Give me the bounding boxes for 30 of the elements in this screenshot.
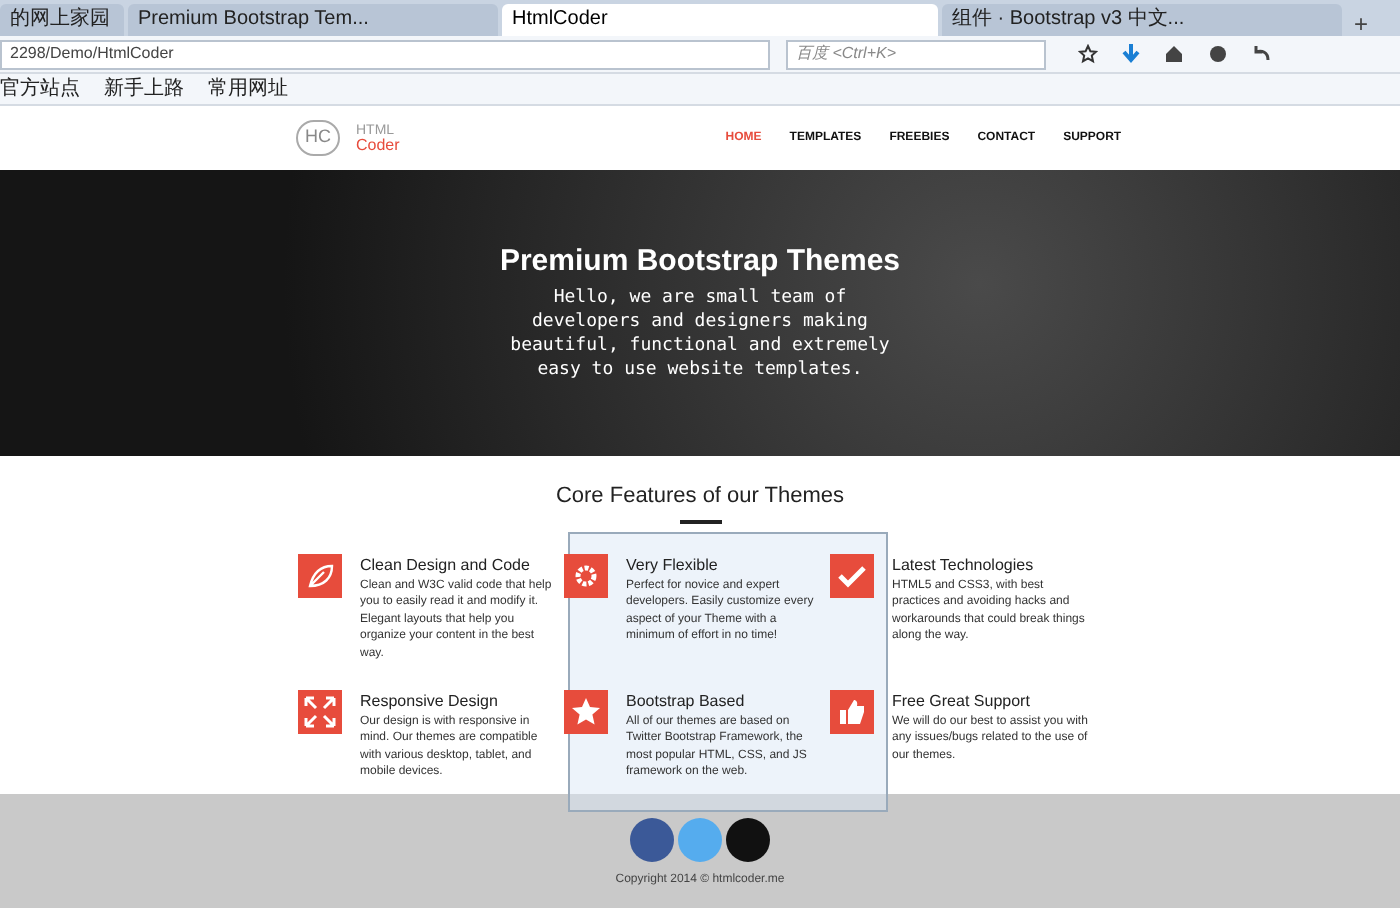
gear-icon: [564, 553, 608, 597]
search-field[interactable]: 百度 <Ctrl+K>: [786, 39, 1046, 69]
feature-title: Free Great Support: [892, 689, 1032, 711]
download-icon[interactable]: [1122, 44, 1140, 64]
browser-tab[interactable]: HtmlCoder: [502, 4, 938, 36]
bookmark-link[interactable]: 常用网址: [208, 79, 288, 99]
address-field[interactable]: 2298/Demo/HtmlCoder: [0, 39, 770, 69]
hero-text: Hello, we are small team of developers and designers making beautiful, functional and extremely easy to use website templates.: [508, 285, 892, 382]
feature-title: Clean Design and Code: [360, 553, 532, 575]
star-icon[interactable]: [1078, 44, 1098, 64]
feature-title: Latest Technologies: [892, 553, 1036, 575]
feature-title: Bootstrap Based: [626, 689, 747, 711]
browser-tab[interactable]: 的网上家园: [0, 4, 124, 36]
hero-title: Premium Bootstrap Themes: [499, 244, 901, 282]
bookmark-link[interactable]: 新手上路: [104, 79, 184, 99]
thumb-icon: [830, 689, 874, 733]
leaf-icon: [298, 553, 342, 597]
home-icon[interactable]: [1164, 44, 1184, 64]
feature-title: Very Flexible: [626, 553, 720, 575]
new-tab-button[interactable]: +: [1346, 12, 1377, 36]
browser-tab[interactable]: 组件 · Bootstrap v3 中文...: [942, 4, 1342, 36]
logo-text: Coder: [356, 137, 400, 153]
check-icon: [830, 553, 874, 597]
section-title: Core Features of our Themes: [555, 482, 845, 512]
logo-mark[interactable]: HC: [296, 120, 340, 156]
feature-title: Responsive Design: [360, 689, 500, 711]
bookmark-link[interactable]: 官方站点: [0, 79, 80, 99]
browser-tab[interactable]: Premium Bootstrap Tem...: [128, 4, 498, 36]
expand-icon: [298, 689, 342, 733]
undo-icon[interactable]: [1252, 44, 1272, 64]
